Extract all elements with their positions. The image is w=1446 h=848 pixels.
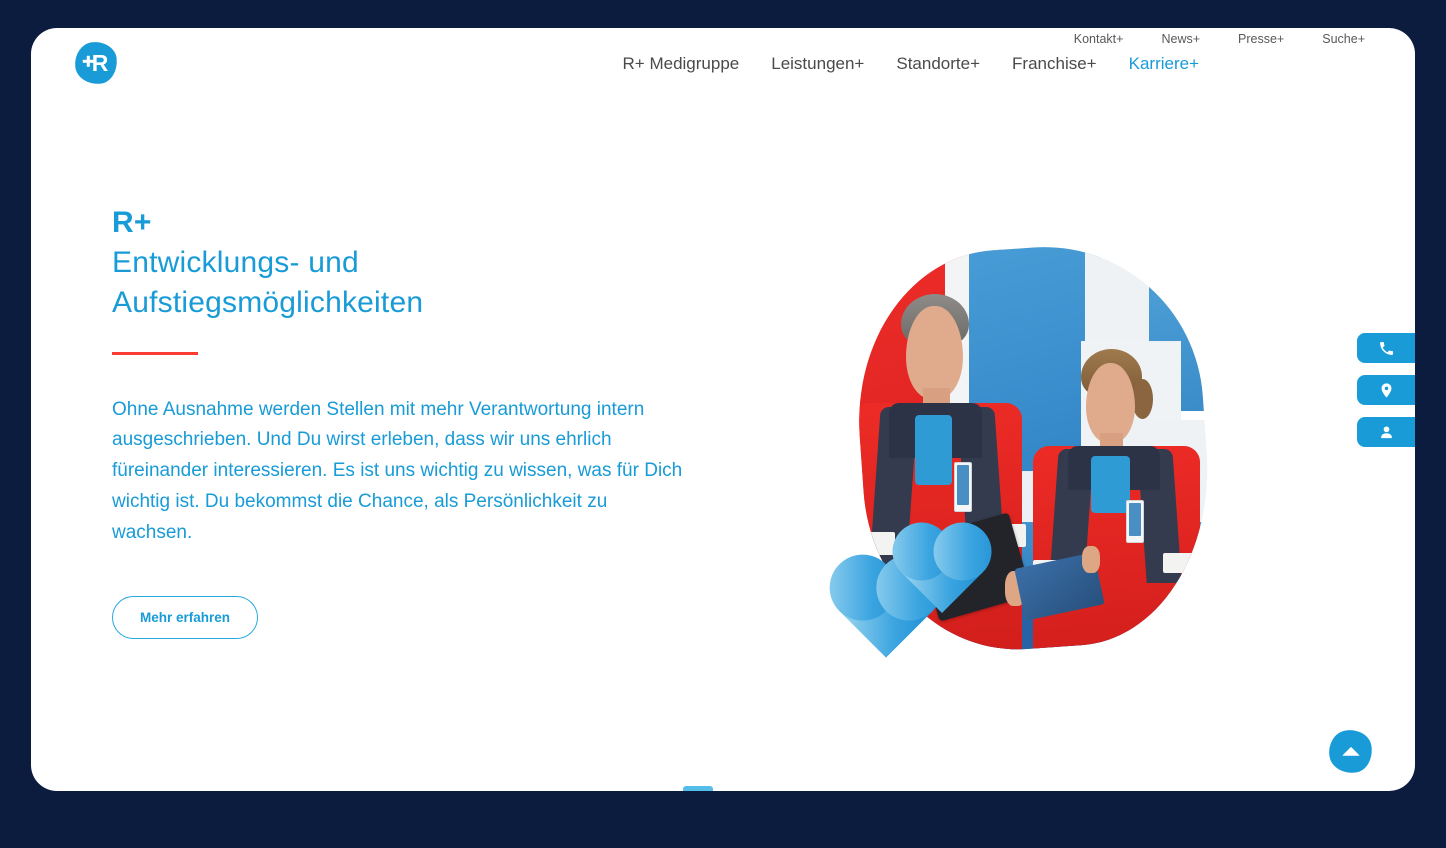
- woman-reflective-stripe-right: [1163, 553, 1207, 574]
- page-title: Entwicklungs- und Aufstiegsmöglichkeiten: [112, 246, 424, 320]
- utility-nav-item-suche[interactable]: Suche+: [1322, 32, 1365, 46]
- utility-nav-item-presse[interactable]: Presse+: [1238, 32, 1284, 46]
- woman-hair-bun: [1132, 379, 1154, 420]
- woman-id-badge: [1126, 499, 1145, 544]
- logo-letter: R: [91, 49, 108, 76]
- floating-contact-tabs: [1357, 333, 1415, 447]
- page-bottom-indicator: [683, 786, 713, 791]
- utility-nav: Kontakt+ News+ Presse+ Suche+: [1074, 32, 1365, 46]
- side-tab-location[interactable]: [1357, 375, 1415, 405]
- scroll-to-top-button[interactable]: [1326, 727, 1375, 776]
- map-pin-icon: [1381, 382, 1391, 398]
- utility-nav-item-news[interactable]: News+: [1161, 32, 1200, 46]
- main-nav-item-standorte[interactable]: Standorte+: [896, 54, 980, 74]
- photo-person-woman: [1014, 346, 1210, 660]
- hero-text-column: R+ Entwicklungs- und Aufstiegsmöglichkei…: [112, 203, 712, 640]
- person-icon: [1380, 425, 1392, 438]
- mehr-erfahren-button[interactable]: Mehr erfahren: [112, 596, 259, 640]
- utility-nav-item-kontakt[interactable]: Kontakt+: [1074, 32, 1124, 46]
- main-nav-item-franchise[interactable]: Franchise+: [1012, 54, 1097, 74]
- man-shirt: [915, 414, 953, 486]
- man-id-badge: [954, 461, 973, 513]
- side-tab-person[interactable]: [1357, 417, 1415, 447]
- main-nav: R+ Medigruppe Leistungen+ Standorte+ Fra…: [623, 54, 1199, 74]
- hero-image: [801, 218, 1221, 688]
- woman-shirt: [1091, 456, 1131, 513]
- hero-eyebrow: R+: [112, 206, 152, 239]
- chevron-up-icon: [1341, 747, 1360, 756]
- page-surface: R Kontakt+ News+ Presse+ Suche+ R+ Medig…: [31, 28, 1415, 791]
- woman-hand: [1082, 546, 1101, 574]
- main-nav-item-leistungen[interactable]: Leistungen+: [771, 54, 864, 74]
- title-divider: [112, 351, 198, 355]
- hero-body-text: Ohne Ausnahme werden Stellen mit mehr Ve…: [112, 398, 683, 543]
- site-header: R Kontakt+ News+ Presse+ Suche+ R+ Medig…: [31, 28, 1415, 118]
- screenshot-viewport: R Kontakt+ News+ Presse+ Suche+ R+ Medig…: [0, 0, 1446, 848]
- man-reflective-stripe-left: [851, 531, 896, 556]
- phone-icon: [1379, 341, 1393, 355]
- main-nav-item-medigruppe[interactable]: R+ Medigruppe: [623, 54, 740, 74]
- r-plus-logo-icon: R: [72, 39, 120, 87]
- main-nav-item-karriere[interactable]: Karriere+: [1129, 54, 1199, 74]
- site-logo[interactable]: R: [72, 39, 120, 87]
- side-tab-phone[interactable]: [1357, 333, 1415, 363]
